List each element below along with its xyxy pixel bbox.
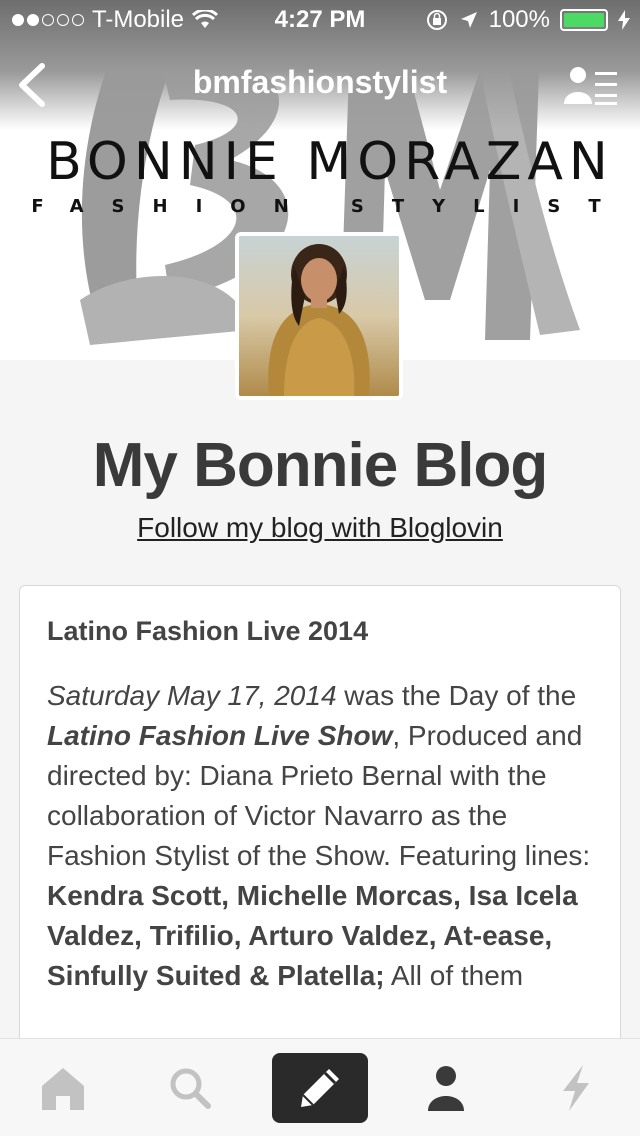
post-date: Saturday May 17, 2014 — [47, 680, 337, 711]
brand-name: BONNIE MORAZAN — [46, 132, 614, 192]
post-card[interactable]: Latino Fashion Live 2014 Saturday May 17… — [19, 585, 621, 1055]
person-icon — [428, 1066, 464, 1111]
post-show-name: Latino Fashion Live Show — [47, 720, 393, 751]
charging-icon — [618, 10, 630, 30]
tab-bar — [0, 1038, 640, 1136]
nav-title: bmfashionstylist — [192, 64, 448, 100]
tab-search[interactable] — [142, 1053, 238, 1123]
post-body: Saturday May 17, 2014 was the Day of the… — [47, 676, 607, 996]
profile-list-icon[interactable] — [564, 64, 618, 106]
tab-home[interactable] — [15, 1053, 111, 1123]
tab-activity[interactable] — [528, 1053, 624, 1123]
tab-account[interactable] — [398, 1053, 494, 1123]
tab-compose[interactable] — [272, 1053, 368, 1123]
follow-bloglovin-link[interactable]: Follow my blog with Bloglovin — [0, 512, 640, 544]
battery-icon — [560, 9, 608, 31]
post-text: was the Day of the — [336, 680, 577, 711]
pencil-icon — [301, 1069, 339, 1107]
home-icon — [42, 1068, 84, 1110]
search-icon — [170, 1068, 211, 1109]
rotation-lock-icon — [426, 10, 447, 30]
post-text: All of them — [384, 960, 524, 991]
avatar-photo — [239, 236, 399, 396]
blog-title: My Bonnie Blog — [92, 431, 548, 500]
brand-subtitle: FASHION STYLIST — [31, 196, 629, 217]
location-icon — [460, 12, 477, 28]
status-bar: T-Mobile 4:27 PM 100% — [0, 0, 640, 40]
avatar[interactable] — [235, 232, 403, 400]
lightning-icon — [563, 1065, 589, 1111]
post-title: Latino Fashion Live 2014 — [47, 616, 369, 646]
battery-percent: 100% — [488, 6, 550, 33]
